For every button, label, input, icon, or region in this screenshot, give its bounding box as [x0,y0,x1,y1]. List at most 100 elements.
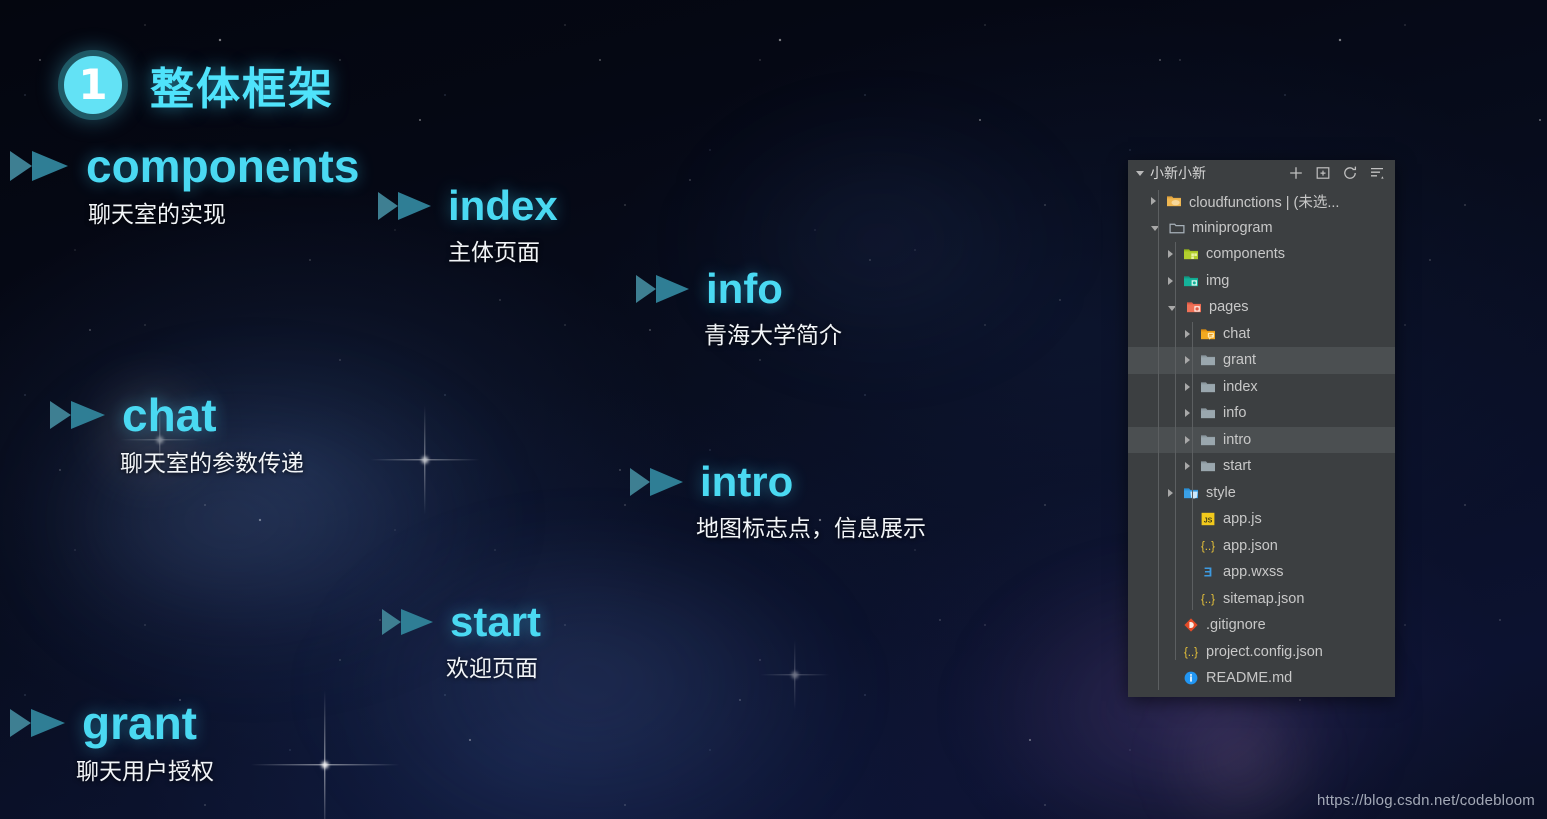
tree-row-app.js[interactable]: JS app.js [1128,506,1395,533]
slide-title: 1 整体框架 [58,50,334,120]
folder-components-icon [1184,249,1198,260]
file-tree[interactable]: cloudfunctions | (未选... miniprogram compon… [1128,186,1395,692]
add-icon[interactable] [1288,165,1304,181]
star-glint [370,405,480,515]
chevron-right-icon[interactable] [1185,409,1190,418]
tree-row-components[interactable]: components [1128,241,1395,268]
folder-outline-icon [1169,223,1185,234]
tree-row-grant[interactable]: grant [1128,347,1395,374]
tree-row-label: index [1223,378,1258,395]
chevron-right-icon[interactable] [1185,435,1190,444]
node-components: components 聊天室的实现 [10,143,359,227]
double-arrow-icon [10,709,65,737]
js-file-icon: JS [1201,513,1215,526]
chevron-right-icon[interactable] [1168,250,1173,259]
double-arrow-icon [50,401,105,429]
tree-row-img[interactable]: img [1128,268,1395,295]
tree-row-index[interactable]: index [1128,374,1395,401]
tree-row-project.config.json[interactable]: {..} project.config.json [1128,639,1395,666]
tree-row-start[interactable]: start [1128,453,1395,480]
double-arrow-icon [382,609,433,635]
json-file-icon: {..} [1201,594,1215,606]
star-glint [250,690,400,819]
node-name: components [86,140,360,192]
tree-row-app.json[interactable]: {..} app.json [1128,533,1395,560]
chevron-down-icon[interactable] [1168,305,1176,311]
tree-row-readme.md[interactable]: README.md [1128,665,1395,692]
nebula-cloud [330,560,850,819]
tree-row-info[interactable]: info [1128,400,1395,427]
node-name: grant [82,697,197,749]
svg-text:{..}: {..} [1201,594,1215,606]
folder-plain-icon [1201,461,1215,472]
tree-row-label: project.config.json [1206,643,1323,660]
chevron-right-icon[interactable] [1151,197,1156,206]
double-arrow-icon [378,192,431,220]
node-description: 聊天室的参数传递 [120,450,304,476]
node-name: start [450,598,542,645]
svg-text:JS: JS [1204,518,1213,525]
chevron-down-icon[interactable] [1136,170,1144,176]
tree-row-miniprogram[interactable]: miniprogram [1128,215,1395,242]
node-name: info [706,265,783,312]
node-start: start 欢迎页面 [382,601,541,681]
node-name: index [448,182,558,229]
svg-text:Ǝ: Ǝ [1204,566,1212,580]
folder-plain-icon [1201,355,1215,366]
tree-row-label: README.md [1206,670,1293,687]
section-number-badge: 1 [58,50,128,120]
tree-row-label: grant [1223,352,1257,369]
tree-row-label: pages [1209,299,1249,316]
folder-chat-icon [1201,329,1215,340]
tree-row-label: cloudfunctions | (未选... [1189,194,1340,211]
chevron-right-icon[interactable] [1185,356,1190,365]
tree-row-label: chat [1223,325,1251,342]
double-arrow-icon [630,468,683,496]
svg-text:{..}: {..} [1184,647,1198,659]
double-arrow-icon [636,275,689,303]
tree-row-chat[interactable]: chat [1128,321,1395,348]
node-info: info 青海大学简介 [636,268,842,348]
double-arrow-icon [10,151,68,181]
css-file-icon: Ǝ [1204,566,1212,580]
node-description: 聊天室的实现 [88,201,226,227]
node-index: index 主体页面 [378,185,558,265]
node-description: 主体页面 [448,239,540,265]
chevron-right-icon[interactable] [1185,382,1190,391]
tree-row-label: app.js [1223,511,1262,528]
tree-row-.gitignore[interactable]: .gitignore [1128,612,1395,639]
refresh-icon[interactable] [1342,165,1358,181]
tree-row-label: app.json [1223,537,1278,554]
node-chat: chat 聊天室的参数传递 [50,392,304,476]
node-description: 欢迎页面 [446,655,538,681]
node-grant: grant 聊天用户授权 [10,700,214,784]
tree-row-cloudfunctions-...[interactable]: cloudfunctions | (未选... [1128,188,1395,215]
watermark: https://blog.csdn.net/codebloom [1316,792,1535,809]
chevron-down-icon[interactable] [1151,226,1159,232]
tree-row-app.wxss[interactable]: Ǝapp.wxss [1128,559,1395,586]
tree-row-label: sitemap.json [1223,590,1305,607]
node-description: 地图标志点，信息展示 [696,515,926,541]
project-name: 小新小新 [1150,165,1206,181]
project-explorer-panel[interactable]: 小新小新 cloudfunctions | (未选... miniprogram… [1128,160,1395,697]
folder-plain-icon [1201,435,1215,445]
git-file-icon [1184,618,1198,632]
tree-row-label: info [1223,405,1247,422]
new-folder-icon[interactable] [1315,165,1331,181]
tree-row-sitemap.json[interactable]: {..} sitemap.json [1128,586,1395,613]
chevron-right-icon[interactable] [1185,462,1190,471]
node-description: 青海大学简介 [704,322,842,348]
chevron-right-icon[interactable] [1185,329,1190,338]
tree-row-intro[interactable]: intro [1128,426,1395,453]
chevron-right-icon[interactable] [1168,276,1173,285]
explorer-header: 小新小新 [1128,160,1395,186]
tree-row-style[interactable]: style [1128,480,1395,507]
folder-cloud-icon [1167,196,1181,207]
chevron-right-icon[interactable] [1168,488,1173,497]
folder-img-icon [1184,276,1198,286]
readme-file-icon [1184,671,1198,685]
light-haze [1150,690,1330,819]
tree-row-pages[interactable]: pages [1128,294,1395,321]
collapse-all-icon[interactable] [1369,165,1385,181]
page-title: 整体框架 [150,65,334,114]
